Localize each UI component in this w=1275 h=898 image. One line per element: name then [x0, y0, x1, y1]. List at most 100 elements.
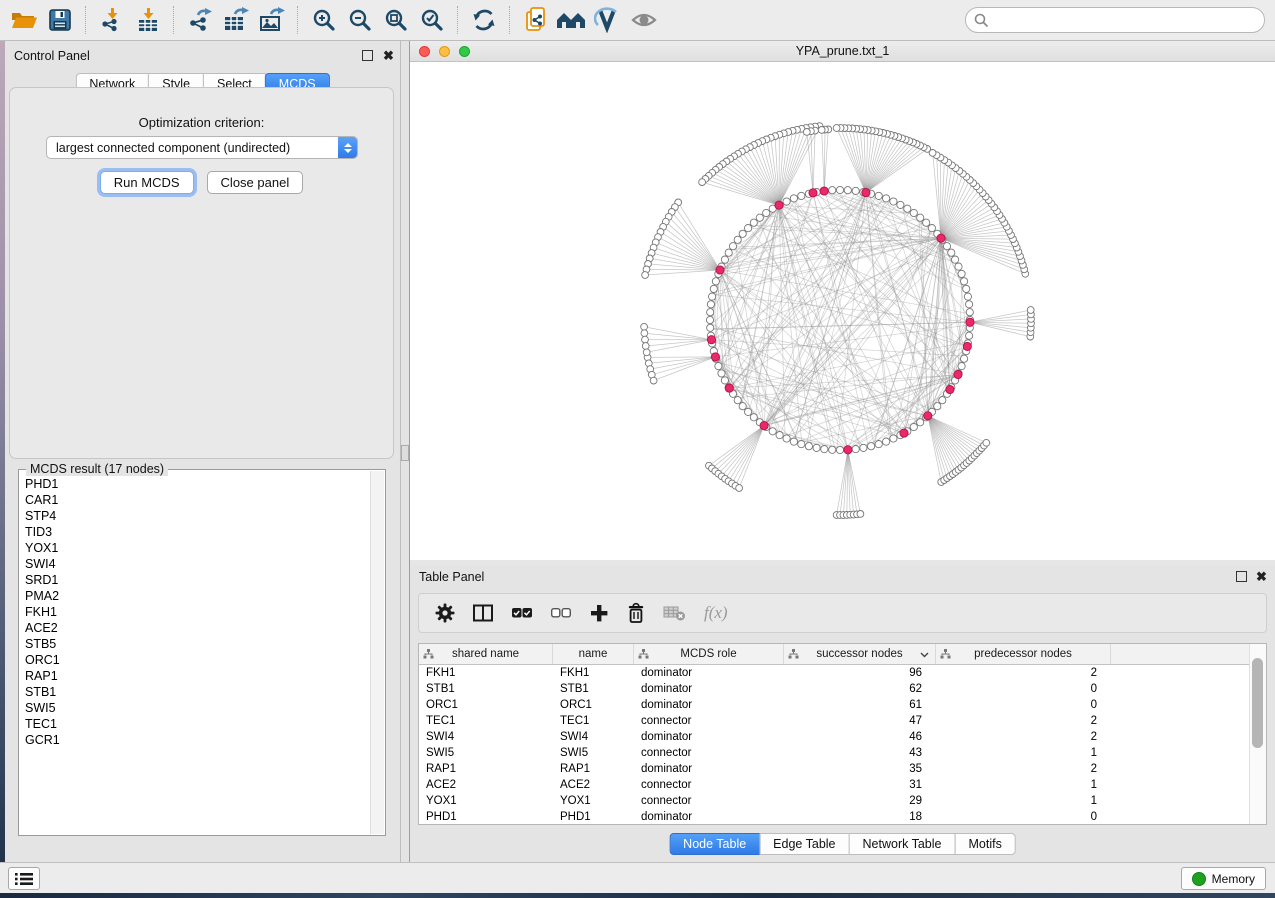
result-node[interactable]: SWI4: [25, 556, 371, 572]
zoom-selected-button[interactable]: [414, 4, 450, 36]
table-row[interactable]: SWI5SWI5connector431: [419, 745, 1266, 761]
mcds-hub-node[interactable]: [707, 336, 715, 344]
network-leaf-node[interactable]: [803, 129, 810, 136]
network-node[interactable]: [868, 443, 875, 450]
network-node[interactable]: [739, 403, 746, 410]
network-node[interactable]: [955, 263, 962, 270]
network-node[interactable]: [883, 438, 890, 445]
network-leaf-node[interactable]: [650, 377, 657, 384]
save-session-button[interactable]: [42, 4, 78, 36]
home-networks-button[interactable]: [554, 4, 590, 36]
mcds-hub-node[interactable]: [862, 189, 870, 197]
network-leaf-node[interactable]: [642, 343, 649, 350]
network-node[interactable]: [860, 444, 867, 451]
column-header-MCDS-role[interactable]: MCDS role: [634, 644, 784, 664]
network-node[interactable]: [963, 285, 970, 292]
column-settings-button[interactable]: [435, 603, 455, 623]
network-node[interactable]: [721, 377, 728, 384]
result-node[interactable]: TID3: [25, 524, 371, 540]
network-node[interactable]: [729, 243, 736, 250]
network-node[interactable]: [776, 432, 783, 439]
table-row[interactable]: ORC1ORC1dominator610: [419, 697, 1266, 713]
network-node[interactable]: [964, 293, 971, 300]
mcds-hub-node[interactable]: [716, 266, 724, 274]
network-node[interactable]: [707, 301, 714, 308]
column-header-name[interactable]: name: [553, 644, 634, 664]
network-node[interactable]: [948, 249, 955, 256]
run-mcds-button[interactable]: Run MCDS: [100, 171, 194, 194]
network-node[interactable]: [875, 192, 882, 199]
network-node[interactable]: [734, 236, 741, 243]
table-scrollbar[interactable]: [1249, 644, 1266, 824]
network-node[interactable]: [745, 408, 752, 415]
network-node[interactable]: [790, 195, 797, 202]
vertical-splitter[interactable]: [400, 41, 410, 862]
table-row[interactable]: STB1STB1dominator620: [419, 681, 1266, 697]
zoom-out-button[interactable]: [342, 4, 378, 36]
result-node[interactable]: CAR1: [25, 492, 371, 508]
network-node[interactable]: [745, 225, 752, 232]
network-node[interactable]: [836, 186, 843, 193]
control-panel-float-button[interactable]: [361, 49, 374, 62]
network-leaf-node[interactable]: [983, 439, 990, 446]
control-panel-close-button[interactable]: ✖: [382, 49, 395, 62]
network-leaf-node[interactable]: [857, 511, 864, 518]
select-all-button[interactable]: [511, 603, 533, 623]
export-table-button[interactable]: [218, 4, 254, 36]
network-leaf-node[interactable]: [736, 485, 743, 492]
result-node[interactable]: PMA2: [25, 588, 371, 604]
zoom-in-button[interactable]: [306, 4, 342, 36]
result-node[interactable]: ORC1: [25, 652, 371, 668]
network-leaf-node[interactable]: [1027, 307, 1034, 314]
mcds-hub-node[interactable]: [711, 353, 719, 361]
mcds-hub-node[interactable]: [966, 318, 974, 326]
network-node[interactable]: [790, 438, 797, 445]
open-file-button[interactable]: [6, 4, 42, 36]
export-image-button[interactable]: [254, 4, 290, 36]
network-leaf-node[interactable]: [833, 125, 840, 132]
function-builder-button[interactable]: f(x): [704, 603, 728, 623]
network-node[interactable]: [939, 397, 946, 404]
network-node[interactable]: [709, 293, 716, 300]
deselect-all-button[interactable]: [550, 603, 572, 623]
network-node[interactable]: [707, 324, 714, 331]
mcds-hub-node[interactable]: [844, 446, 852, 454]
mcds-hub-node[interactable]: [924, 412, 932, 420]
network-node[interactable]: [706, 316, 713, 323]
network-node[interactable]: [707, 309, 714, 316]
network-node[interactable]: [836, 446, 843, 453]
zoom-fit-button[interactable]: [378, 4, 414, 36]
show-hide-button[interactable]: [626, 4, 662, 36]
network-node[interactable]: [739, 230, 746, 237]
mcds-hub-node[interactable]: [820, 187, 828, 195]
result-node[interactable]: GCR1: [25, 732, 371, 748]
tab-network-table[interactable]: Network Table: [849, 833, 956, 855]
table-row[interactable]: FKH1FKH1dominator962: [419, 665, 1266, 681]
result-node[interactable]: PHD1: [25, 476, 371, 492]
network-node[interactable]: [750, 219, 757, 226]
splitter-grip[interactable]: [401, 445, 409, 461]
result-node[interactable]: ACE2: [25, 620, 371, 636]
network-node[interactable]: [961, 355, 968, 362]
network-node[interactable]: [923, 219, 930, 226]
network-node[interactable]: [958, 270, 965, 277]
delete-column-button[interactable]: [626, 602, 646, 624]
table-row[interactable]: YOX1YOX1connector291: [419, 793, 1266, 809]
network-node[interactable]: [934, 403, 941, 410]
network-leaf-node[interactable]: [641, 330, 648, 337]
status-list-button[interactable]: [8, 867, 40, 890]
network-node[interactable]: [883, 195, 890, 202]
network-node[interactable]: [750, 414, 757, 421]
network-node[interactable]: [952, 256, 959, 263]
result-node[interactable]: SWI5: [25, 700, 371, 716]
table-row[interactable]: TEC1TEC1connector472: [419, 713, 1266, 729]
mcds-hub-node[interactable]: [809, 189, 817, 197]
search-input[interactable]: [993, 12, 1264, 28]
network-node[interactable]: [966, 309, 973, 316]
network-node[interactable]: [798, 441, 805, 448]
memory-button[interactable]: Memory: [1181, 867, 1266, 890]
network-leaf-node[interactable]: [929, 150, 936, 157]
column-header-shared-name[interactable]: shared name: [419, 644, 553, 664]
tab-motifs[interactable]: Motifs: [954, 833, 1015, 855]
column-header-predecessor-nodes[interactable]: predecessor nodes: [936, 644, 1111, 664]
